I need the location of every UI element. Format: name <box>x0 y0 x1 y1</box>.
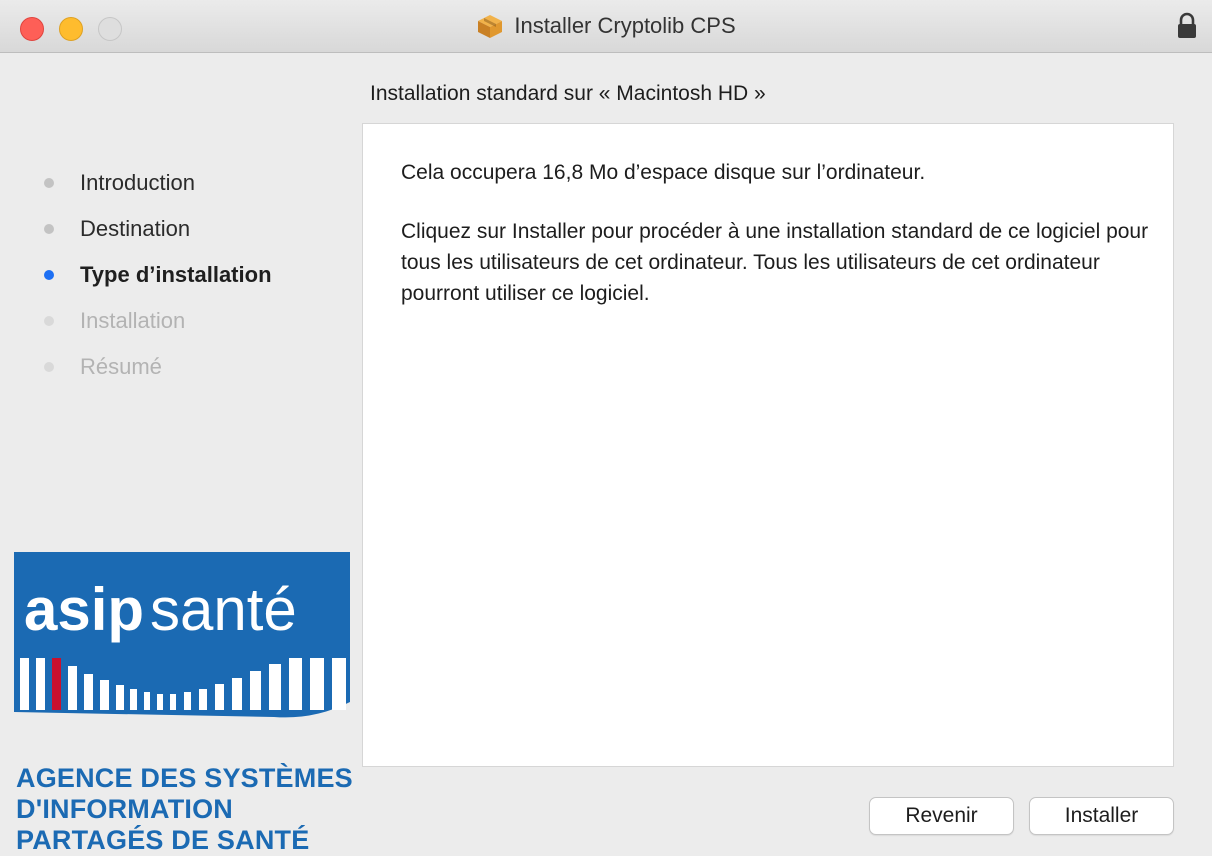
title-bar[interactable]: Installer Cryptolib CPS <box>0 0 1212 53</box>
installer-steps: Introduction Destination Type d’installa… <box>40 160 272 390</box>
install-description: Cliquez sur Installer pour procéder à un… <box>401 220 1149 305</box>
content-panel: Cela occupera 16,8 Mo d’espace disque su… <box>362 123 1174 767</box>
agency-line: PARTAGÉS DE SANTÉ <box>16 825 310 855</box>
back-button[interactable]: Revenir <box>869 797 1014 835</box>
step-bullet <box>44 270 54 280</box>
page-subtitle: Installation standard sur « Macintosh HD… <box>370 82 766 105</box>
step-bullet <box>44 362 54 372</box>
window-title: Installer Cryptolib CPS <box>514 13 736 38</box>
window-title-group: Installer Cryptolib CPS <box>0 0 1212 52</box>
step-introduction: Introduction <box>40 160 272 206</box>
step-bullet <box>44 316 54 326</box>
step-label: Introduction <box>80 170 195 195</box>
logo-sante-text: santé <box>150 576 297 643</box>
disk-usage-text: Cela occupera 16,8 Mo d’espace disque su… <box>401 161 926 184</box>
step-label: Installation <box>80 308 186 333</box>
install-button[interactable]: Installer <box>1029 797 1174 835</box>
agency-line: AGENCE DES SYSTÈMES <box>16 763 353 793</box>
step-summary: Résumé <box>40 344 272 390</box>
agency-name: AGENCE DES SYSTÈMES D'INFORMATION PARTAG… <box>16 763 356 856</box>
step-bullet <box>44 178 54 188</box>
step-installation-type: Type d’installation <box>40 252 272 298</box>
step-bullet <box>44 224 54 234</box>
step-installation: Installation <box>40 298 272 344</box>
step-label: Type d’installation <box>80 262 272 287</box>
step-label: Destination <box>80 216 191 241</box>
step-destination: Destination <box>40 206 272 252</box>
step-label: Résumé <box>80 354 162 379</box>
agency-line: D'INFORMATION <box>16 794 233 824</box>
lock-icon[interactable] <box>1176 12 1198 40</box>
logo-asip-text: asip <box>24 576 144 643</box>
asip-sante-logo: asip santé <box>14 552 350 742</box>
package-icon <box>476 12 504 40</box>
